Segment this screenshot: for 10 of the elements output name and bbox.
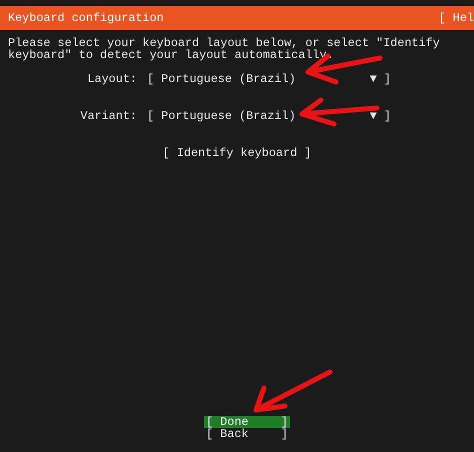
menu-button[interactable]: [ Done ] xyxy=(204,416,290,428)
dropdown-field[interactable]: [ Portuguese (Brazil) ▼ ] xyxy=(147,110,391,122)
field-label: Variant: xyxy=(79,110,138,122)
identify-keyboard-button[interactable]: [ Identify keyboard ] xyxy=(162,147,312,159)
field-label: Layout: xyxy=(86,73,138,85)
help-button[interactable]: [ Hel xyxy=(438,12,474,24)
window-title: Keyboard configuration xyxy=(8,12,164,24)
menu-button[interactable]: [ Back ] xyxy=(204,428,290,440)
dropdown-field[interactable]: [ Portuguese (Brazil) ▼ ] xyxy=(147,73,391,85)
intro-text: Please select your keyboard layout below, or select "Identify keyboard" to detect your layout automatically. xyxy=(7,37,441,61)
